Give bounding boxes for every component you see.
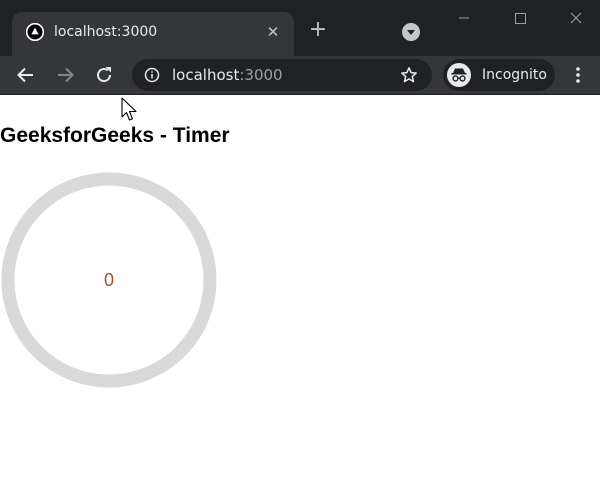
window-close-icon[interactable] — [563, 6, 589, 30]
page-content: GeeksforGeeks - Timer 0 — [0, 95, 600, 500]
browser-tab[interactable]: localhost:3000 ✕ — [12, 12, 294, 56]
tab-title: localhost:3000 — [54, 24, 158, 40]
bookmark-star-icon[interactable] — [400, 66, 418, 84]
url-text[interactable]: localhost:3000 — [172, 65, 283, 85]
mouse-cursor-icon — [121, 97, 139, 123]
incognito-badge[interactable]: Incognito — [443, 59, 555, 91]
incognito-label: Incognito — [482, 67, 547, 83]
page-title: GeeksforGeeks - Timer — [0, 124, 230, 147]
browser-toolbar: localhost:3000 Incognito — [0, 56, 600, 95]
minimize-icon[interactable] — [451, 6, 477, 30]
maximize-icon[interactable] — [507, 6, 533, 30]
close-tab-icon[interactable]: ✕ — [264, 23, 282, 41]
incognito-icon — [447, 63, 471, 87]
countdown-timer: 0 — [1, 172, 217, 388]
tab-strip: localhost:3000 ✕ + — [0, 0, 600, 56]
browser-window: localhost:3000 ✕ + localhost:3000 Incogn… — [0, 0, 600, 500]
new-tab-plus-icon[interactable]: + — [306, 18, 330, 42]
timer-value: 0 — [103, 270, 114, 290]
back-arrow-icon[interactable] — [14, 63, 38, 87]
url-host: localhost — [172, 66, 240, 84]
address-bar[interactable]: localhost:3000 — [132, 59, 432, 91]
vercel-triangle-icon — [26, 23, 44, 41]
forward-arrow-icon[interactable] — [53, 63, 77, 87]
site-info-icon[interactable] — [144, 67, 160, 83]
tab-search-icon[interactable] — [402, 23, 420, 41]
reload-icon[interactable] — [92, 63, 116, 87]
more-menu-icon[interactable] — [570, 63, 586, 87]
url-port: :3000 — [239, 66, 283, 84]
